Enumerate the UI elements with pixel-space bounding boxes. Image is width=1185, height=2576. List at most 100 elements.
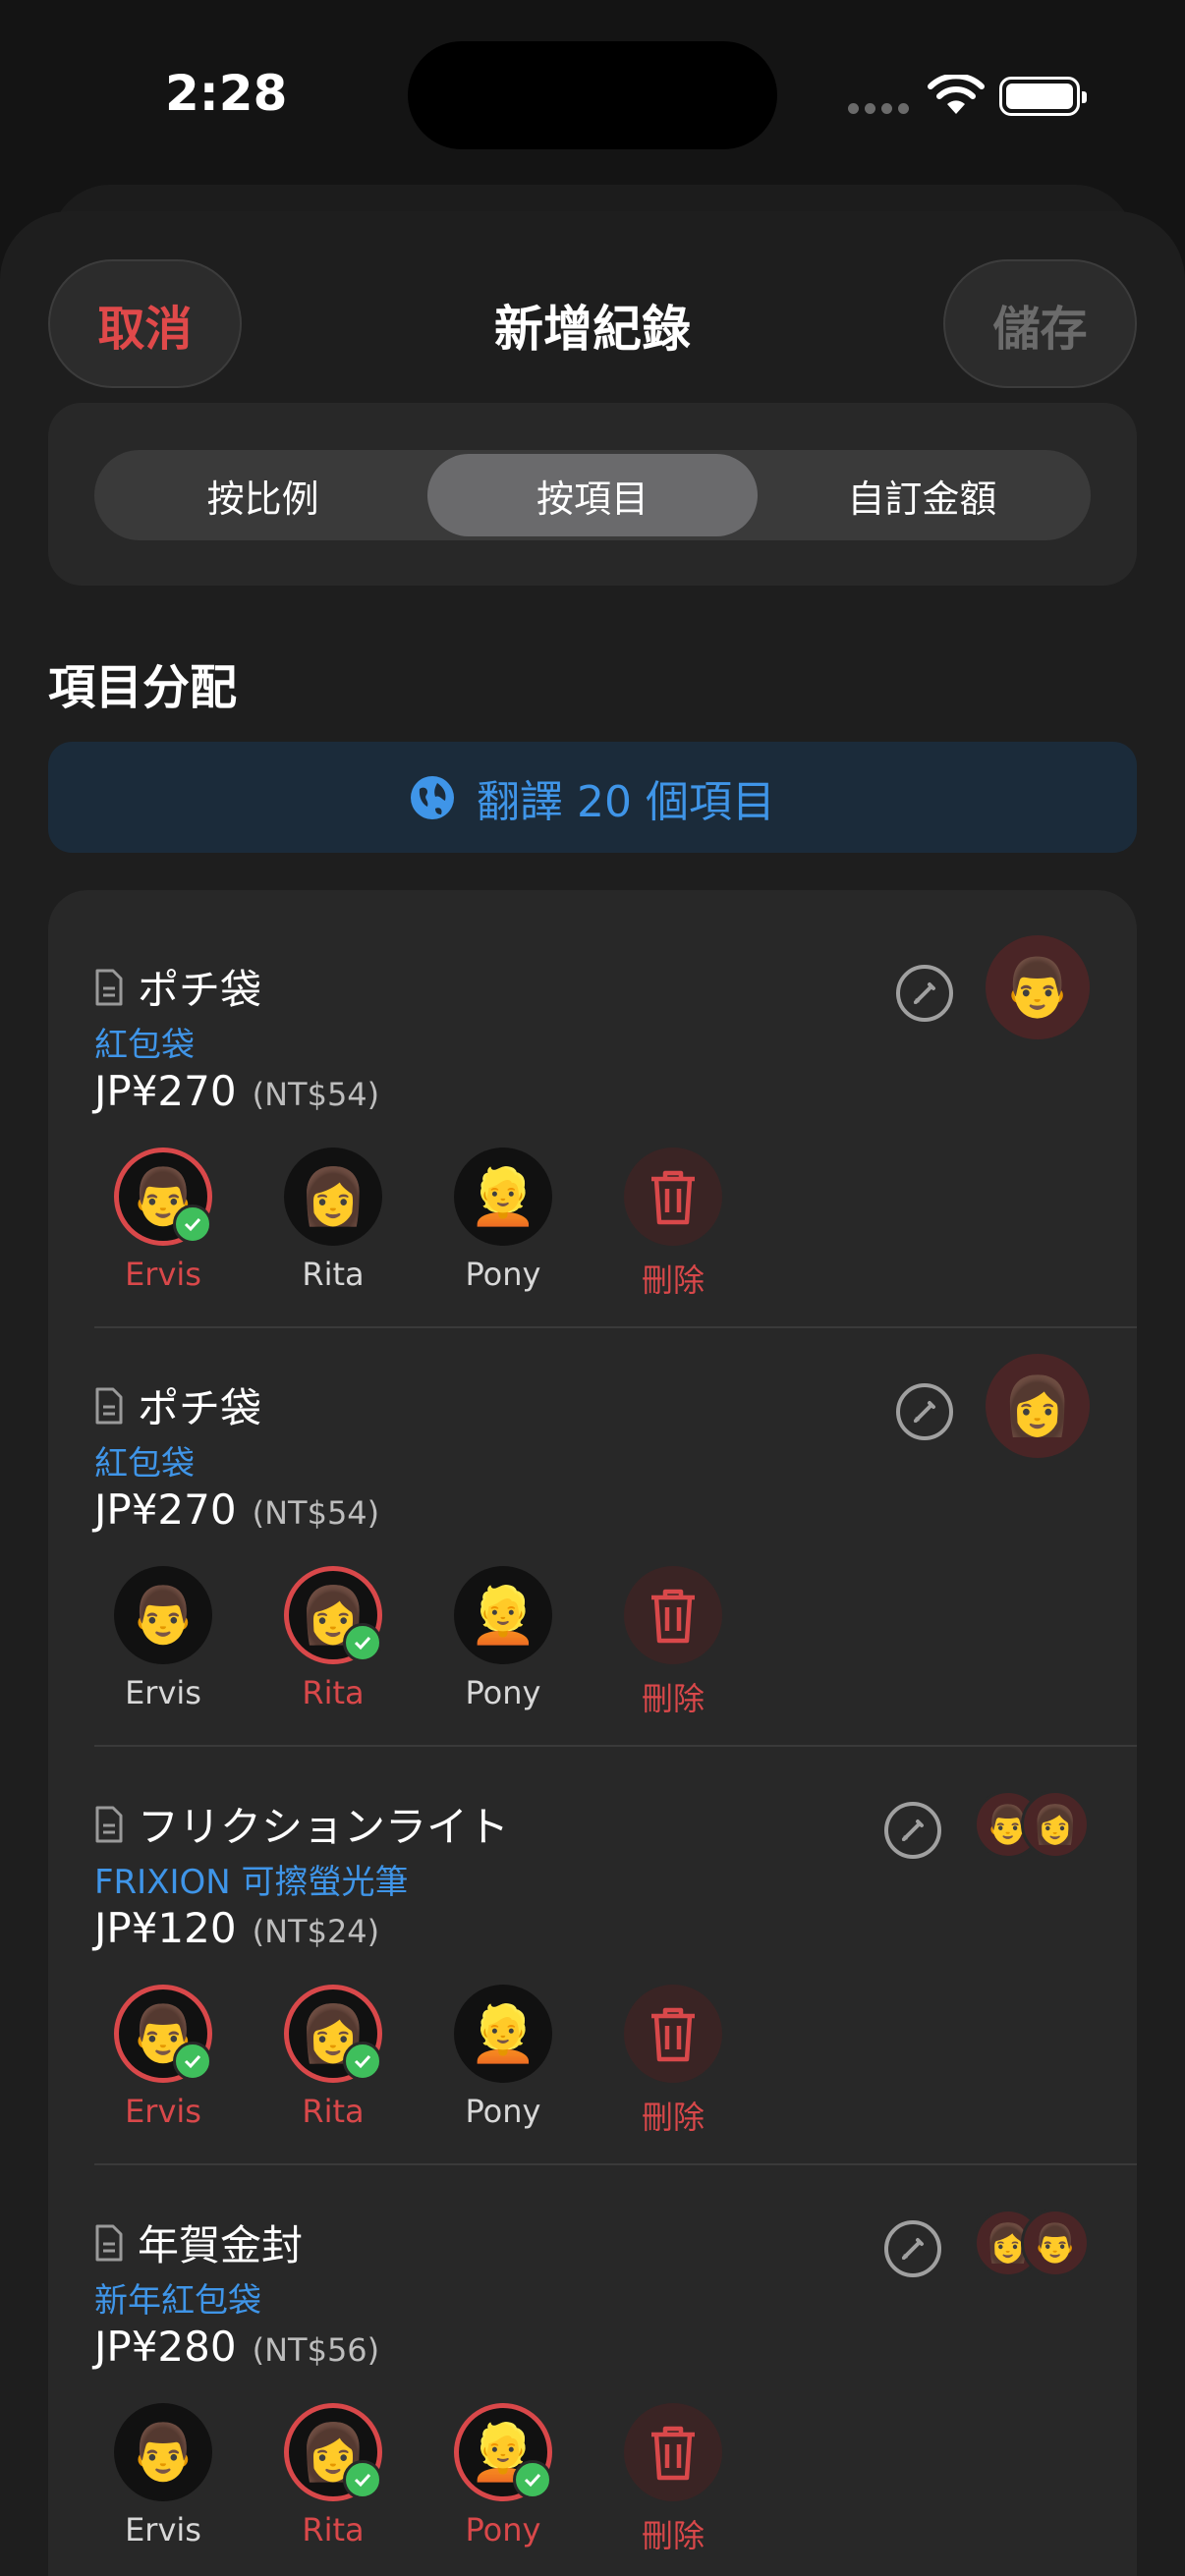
person-label: Rita — [302, 1674, 365, 1711]
item-price-converted: (NT$24) — [252, 1913, 380, 1950]
person-label: Pony — [465, 2093, 541, 2130]
trash-icon — [624, 2403, 722, 2501]
delete-label: 刪除 — [641, 2099, 705, 2136]
person-pony[interactable]: 👱 Pony — [434, 1566, 552, 1713]
person-ervis[interactable]: 👨 Ervis — [94, 1148, 212, 1295]
item-price: JP¥270 — [94, 1067, 237, 1115]
delete-item-button[interactable]: 刪除 — [604, 1985, 722, 2136]
checkmark-icon — [343, 2042, 382, 2081]
document-icon — [95, 969, 123, 1005]
edit-item-icon[interactable] — [882, 2218, 943, 2279]
page-title: 新增紀錄 — [494, 301, 691, 358]
person-rita[interactable]: 👩 Rita — [264, 1148, 382, 1295]
item-translation: FRIXION 可擦螢光筆 — [94, 1863, 409, 1902]
person-label: Rita — [302, 2093, 365, 2130]
cellular-signal-icon — [848, 103, 909, 114]
avatar: 👨 — [114, 1566, 212, 1664]
section-title-item-allocation: 項目分配 — [48, 660, 238, 715]
item-name: フリクションライト — [138, 1803, 510, 1851]
item-translation: 紅包袋 — [94, 1026, 195, 1065]
avatar: 👩 — [284, 1148, 382, 1246]
trash-icon — [624, 1148, 722, 1246]
avatar: 👱 — [454, 1566, 552, 1664]
battery-icon — [999, 77, 1087, 116]
person-label: Ervis — [125, 2511, 201, 2548]
list-item: 年賀金封 新年紅包袋 JP¥280 (NT$56) 👩 👨 👨 Ervis 👩 … — [94, 2165, 1137, 2576]
trash-icon — [624, 1985, 722, 2083]
item-translation: 紅包袋 — [94, 1444, 195, 1484]
person-pony[interactable]: 👱 Pony — [434, 1148, 552, 1295]
translate-items-label: 翻譯 20 個項目 — [477, 776, 775, 827]
assigned-avatar: 👨 — [986, 935, 1090, 1039]
person-rita[interactable]: 👩 Rita — [264, 1566, 382, 1713]
person-label: Ervis — [125, 1674, 201, 1711]
cancel-button[interactable]: 取消 — [48, 259, 242, 388]
item-name: ポチ袋 — [138, 1384, 262, 1432]
avatar: 👨 — [114, 2403, 212, 2501]
item-price-converted: (NT$54) — [252, 1076, 380, 1113]
person-ervis[interactable]: 👨 Ervis — [94, 1985, 212, 2132]
assigned-people: 👩 — [986, 1354, 1090, 1458]
split-mode-segmented-control: 按比例 按項目 自訂金額 — [94, 450, 1091, 540]
checkmark-icon — [173, 2042, 212, 2081]
globe-icon — [411, 775, 455, 819]
checkmark-icon — [343, 1623, 382, 1662]
edit-item-icon[interactable] — [894, 963, 955, 1024]
person-label: Ervis — [125, 1256, 201, 1293]
person-label: Rita — [302, 2511, 365, 2548]
wifi-icon — [928, 75, 985, 114]
person-ervis[interactable]: 👨 Ervis — [94, 2403, 212, 2550]
delete-item-button[interactable]: 刪除 — [604, 1148, 722, 1299]
delete-label: 刪除 — [641, 1680, 705, 1717]
assigned-avatar: 👨 — [1021, 2209, 1090, 2277]
list-item: ポチ袋 紅包袋 JP¥270 (NT$54) 👨 👨 Ervis 👩 Rita … — [94, 910, 1137, 1328]
assigned-avatar: 👩 — [1021, 1790, 1090, 1859]
item-price: JP¥270 — [94, 1485, 237, 1534]
save-button[interactable]: 儲存 — [943, 259, 1137, 388]
person-ervis[interactable]: 👨 Ervis — [94, 1566, 212, 1713]
status-bar: 2:28 — [0, 0, 1185, 187]
avatar: 👱 — [454, 1985, 552, 2083]
document-icon — [95, 2224, 123, 2261]
person-label: Pony — [465, 2511, 541, 2548]
checkmark-icon — [343, 2460, 382, 2499]
item-price-converted: (NT$54) — [252, 1494, 380, 1532]
assigned-people: 👩 👨 — [974, 2209, 1090, 2277]
checkmark-icon — [173, 1204, 212, 1244]
person-pony[interactable]: 👱 Pony — [434, 1985, 552, 2132]
list-item: ポチ袋 紅包袋 JP¥270 (NT$54) 👩 👨 Ervis 👩 Rita … — [94, 1328, 1137, 1747]
item-name: ポチ袋 — [138, 966, 262, 1014]
segment-custom-amount[interactable]: 自訂金額 — [758, 454, 1087, 536]
delete-item-button[interactable]: 刪除 — [604, 2403, 722, 2554]
item-price-converted: (NT$56) — [252, 2331, 380, 2369]
person-label: Rita — [302, 1256, 365, 1293]
person-label: Pony — [465, 1256, 541, 1293]
edit-item-icon[interactable] — [882, 1800, 943, 1861]
delete-label: 刪除 — [641, 2517, 705, 2554]
item-price: JP¥120 — [94, 1904, 237, 1952]
document-icon — [95, 1806, 123, 1842]
checkmark-icon — [513, 2460, 552, 2499]
person-rita[interactable]: 👩 Rita — [264, 1985, 382, 2132]
edit-item-icon[interactable] — [894, 1381, 955, 1442]
person-pony[interactable]: 👱 Pony — [434, 2403, 552, 2550]
assigned-avatar: 👩 — [986, 1354, 1090, 1458]
segment-by-item[interactable]: 按項目 — [427, 454, 758, 536]
person-label: Ervis — [125, 2093, 201, 2130]
assigned-people: 👨 — [986, 935, 1090, 1039]
avatar: 👱 — [454, 1148, 552, 1246]
trash-icon — [624, 1566, 722, 1664]
status-time: 2:28 — [165, 65, 288, 122]
dynamic-island — [408, 41, 777, 149]
delete-label: 刪除 — [641, 1261, 705, 1299]
translate-items-button[interactable]: 翻譯 20 個項目 — [48, 742, 1137, 853]
item-price: JP¥280 — [94, 2323, 237, 2371]
person-label: Pony — [465, 1674, 541, 1711]
assigned-people: 👨 👩 — [974, 1790, 1090, 1859]
segment-by-ratio[interactable]: 按比例 — [98, 454, 427, 536]
item-name: 年賀金封 — [138, 2221, 304, 2269]
delete-item-button[interactable]: 刪除 — [604, 1566, 722, 1717]
document-icon — [95, 1387, 123, 1424]
item-translation: 新年紅包袋 — [94, 2281, 261, 2321]
person-rita[interactable]: 👩 Rita — [264, 2403, 382, 2550]
